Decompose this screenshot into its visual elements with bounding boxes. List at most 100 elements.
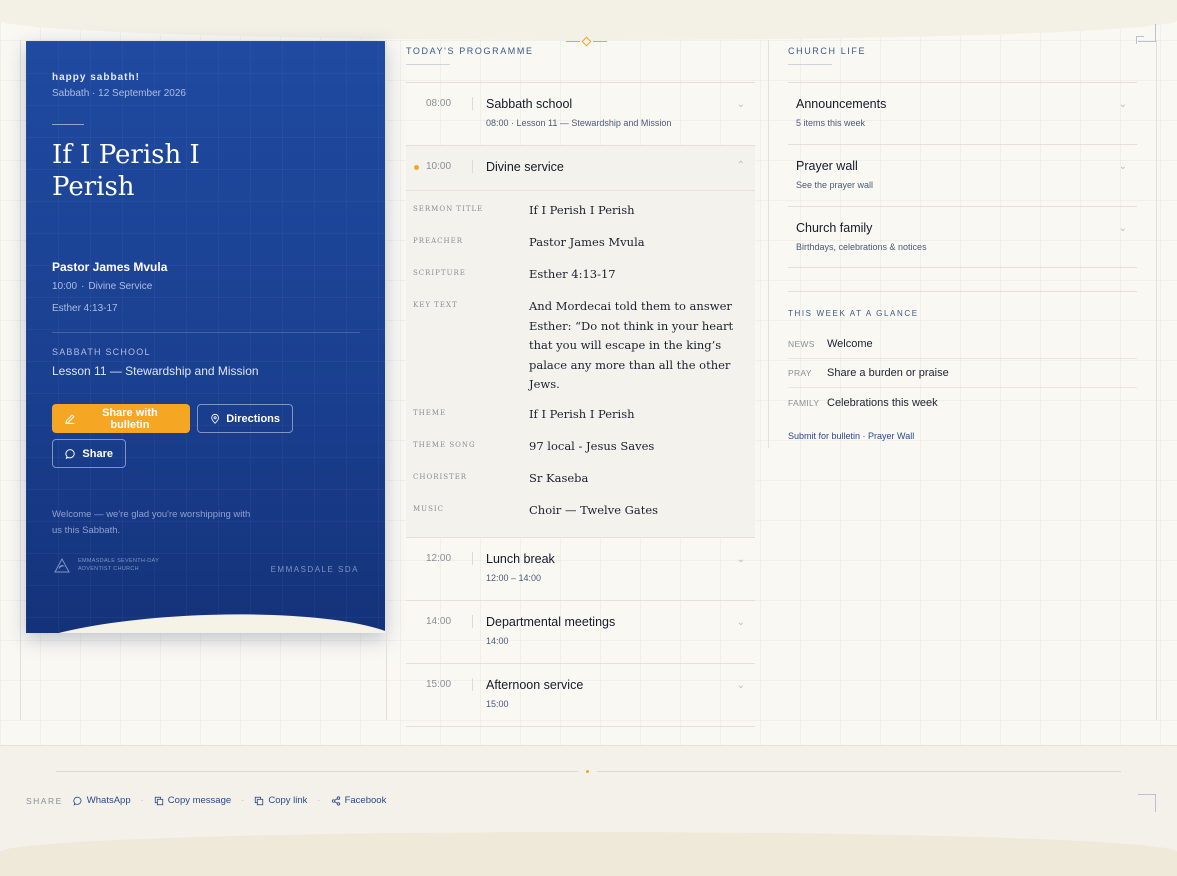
share-nodes-icon bbox=[331, 795, 340, 806]
church-brand: EMMASDALE SDA bbox=[270, 565, 359, 574]
detail-row: MUSIC Choir — Twelve Gates bbox=[406, 491, 755, 523]
copy-icon bbox=[154, 796, 163, 805]
detail-row: KEY TEXT And Mordecai told them to answer… bbox=[406, 287, 755, 395]
time-separator bbox=[472, 160, 473, 173]
detail-row: CHORISTER Sr Kaseba bbox=[406, 459, 755, 491]
programme-time: 10:00 bbox=[426, 161, 452, 172]
chevron-down-icon[interactable]: ⌄ bbox=[1119, 223, 1127, 234]
copy-message-link[interactable]: Copy message bbox=[154, 795, 231, 806]
church-life-subtitle: Birthdays, celebrations & notices bbox=[796, 242, 927, 252]
hero-wave-decoration bbox=[26, 608, 385, 633]
column-divider bbox=[768, 40, 769, 448]
glance-text: Welcome bbox=[827, 338, 873, 350]
chevron-up-icon[interactable]: ⌃ bbox=[737, 160, 745, 171]
time-separator bbox=[472, 677, 473, 691]
directions-button[interactable]: Directions bbox=[197, 404, 293, 433]
share-with-bulletin-button[interactable]: Share with bulletin bbox=[52, 404, 190, 433]
copy-link-label: Copy link bbox=[268, 795, 308, 806]
church-life-item[interactable]: Church family Birthdays, celebrations & … bbox=[788, 206, 1137, 268]
live-indicator-dot bbox=[414, 165, 419, 170]
detail-label: MUSIC bbox=[413, 504, 444, 513]
whatsapp-icon bbox=[73, 796, 82, 806]
church-logo: EMMASDALE SEVENTH-DAY ADVENTIST CHURCH bbox=[52, 555, 168, 575]
glance-text: Share a burden or praise bbox=[827, 367, 949, 379]
programme-item[interactable]: 14:00 Departmental meetings 14:00 ⌄ bbox=[406, 599, 755, 663]
detail-value: If I Perish I Perish bbox=[529, 203, 635, 217]
chevron-down-icon[interactable]: ⌄ bbox=[1119, 161, 1127, 172]
church-life-title: Announcements bbox=[796, 97, 887, 111]
share-bar: SHARE WhatsApp · Copy message · Copy lin… bbox=[26, 795, 386, 806]
detail-value: Sr Kaseba bbox=[529, 470, 589, 485]
programme-item[interactable]: 15:00 Afternoon service 15:00 ⌄ bbox=[406, 662, 755, 727]
glance-row[interactable]: PRAY Share a burden or praise bbox=[788, 359, 1137, 388]
detail-label: THEME SONG bbox=[413, 440, 476, 449]
whatsapp-share-link[interactable]: WhatsApp bbox=[73, 795, 131, 806]
separator-dot: · bbox=[140, 795, 144, 806]
top-wave-decoration bbox=[0, 0, 1177, 40]
week-glance-heading: THIS WEEK AT A GLANCE bbox=[788, 309, 919, 318]
footer: SHARE WhatsApp · Copy message · Copy lin… bbox=[0, 745, 1177, 876]
column-divider bbox=[386, 40, 387, 720]
chevron-down-icon[interactable]: ⌄ bbox=[737, 617, 745, 628]
chevron-down-icon[interactable]: ⌄ bbox=[737, 554, 745, 565]
detail-label: CHORISTER bbox=[413, 472, 468, 481]
glance-tag: PRAY bbox=[788, 368, 812, 378]
detail-row: SERMON TITLE If I Perish I Perish bbox=[406, 191, 755, 223]
glance-row[interactable]: NEWS Welcome bbox=[788, 330, 1137, 359]
detail-row: PREACHER Pastor James Mvula bbox=[406, 223, 755, 255]
programme-time: 15:00 bbox=[426, 678, 452, 690]
welcome-message: Welcome — we're glad you're worshipping … bbox=[52, 509, 251, 536]
copy-link-link[interactable]: Copy link bbox=[254, 795, 307, 806]
church-life-subtitle: See the prayer wall bbox=[796, 180, 874, 190]
church-life-title: Church family bbox=[796, 221, 873, 235]
chevron-down-icon[interactable]: ⌄ bbox=[737, 680, 745, 691]
programme-item-expanded[interactable]: 10:00 Divine service ⌃ SERMON TITLE If I … bbox=[406, 145, 755, 537]
detail-value: Pastor James Mvula bbox=[529, 235, 645, 249]
programme-subtitle: 15:00 bbox=[486, 698, 509, 709]
chat-bubble-icon bbox=[65, 448, 75, 459]
sermon-title: If I Perish I Perish bbox=[52, 140, 200, 202]
footer-wave-decoration bbox=[0, 832, 1177, 876]
corner-mark bbox=[1136, 36, 1144, 44]
detail-label: SCRIPTURE bbox=[413, 269, 466, 277]
service-time: 10:00 bbox=[52, 281, 78, 292]
time-separator bbox=[472, 551, 473, 565]
programme-time: 12:00 bbox=[426, 552, 452, 564]
church-life-list: Announcements 5 items this week ⌄ Prayer… bbox=[788, 82, 1137, 268]
church-logo-text: EMMASDALE SEVENTH-DAY ADVENTIST CHURCH bbox=[78, 558, 159, 572]
programme-item[interactable]: 12:00 Lunch break 12:00 – 14:00 ⌄ bbox=[406, 536, 755, 600]
church-life-item[interactable]: Prayer wall See the prayer wall ⌄ bbox=[788, 144, 1137, 206]
programme-time: 08:00 bbox=[426, 98, 452, 109]
chevron-down-icon[interactable]: ⌄ bbox=[737, 99, 745, 110]
programme-heading-rule bbox=[406, 64, 450, 65]
separator-dot: · bbox=[241, 795, 245, 806]
service-details: SERMON TITLE If I Perish I Perish PREACHE… bbox=[406, 190, 755, 537]
programme-subtitle: 08:00 · Lesson 11 — Stewardship and Miss… bbox=[486, 118, 672, 128]
service-name: Divine Service bbox=[88, 281, 153, 292]
bulletin-prayer-links[interactable]: Submit for bulletin · Prayer Wall bbox=[788, 431, 914, 441]
programme-list: 08:00 Sabbath school 08:00 · Lesson 11 —… bbox=[406, 82, 755, 727]
church-life-item[interactable]: Announcements 5 items this week ⌄ bbox=[788, 82, 1137, 144]
glance-row[interactable]: FAMILY Celebrations this week bbox=[788, 388, 1137, 417]
time-separator bbox=[472, 614, 473, 628]
service-meta: 10:00 · Divine Service bbox=[52, 281, 153, 292]
share-button[interactable]: Share bbox=[52, 439, 126, 468]
whatsapp-label: WhatsApp bbox=[86, 795, 131, 806]
footer-rule bbox=[597, 771, 1121, 772]
facebook-share-link[interactable]: Facebook bbox=[331, 795, 386, 806]
programme-time: 14:00 bbox=[426, 615, 452, 627]
programme-item[interactable]: 08:00 Sabbath school 08:00 · Lesson 11 —… bbox=[406, 82, 755, 145]
copy-icon bbox=[255, 796, 264, 805]
detail-row: THEME SONG 97 local - Jesus Saves bbox=[406, 427, 755, 459]
sabbath-school-label: SABBATH SCHOOL bbox=[52, 347, 151, 357]
sermon-hero-card: happy sabbath! Sabbath · 12 September 20… bbox=[26, 41, 385, 633]
church-life-subtitle: 5 items this week bbox=[796, 118, 866, 128]
separator-dot: · bbox=[317, 795, 321, 806]
hero-rule bbox=[52, 124, 84, 125]
detail-value: Esther 4:13-17 bbox=[529, 267, 616, 281]
chevron-down-icon[interactable]: ⌄ bbox=[1119, 99, 1127, 110]
detail-label: PREACHER bbox=[413, 237, 463, 245]
location-pin-icon bbox=[211, 413, 219, 424]
programme-subtitle: 12:00 – 14:00 bbox=[486, 572, 542, 583]
programme-title: Departmental meetings bbox=[486, 614, 616, 629]
